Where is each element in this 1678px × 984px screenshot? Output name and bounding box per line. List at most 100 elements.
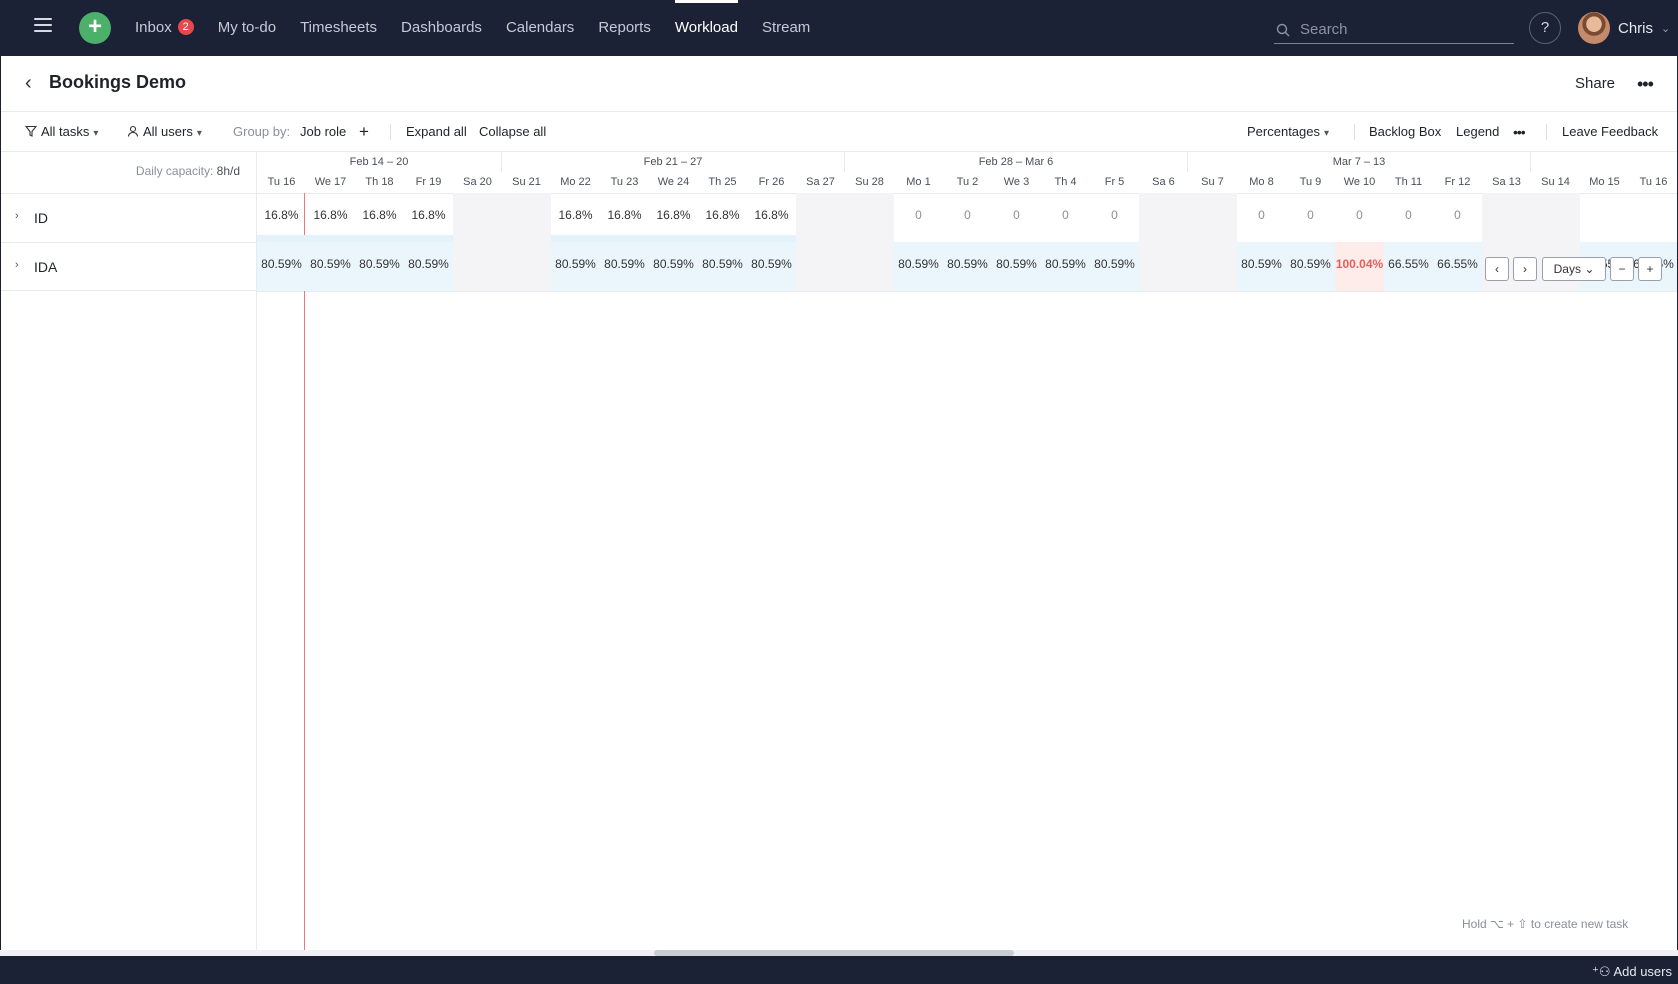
workload-cell[interactable]: 16.8% [649,193,698,242]
workload-cell[interactable]: 80.59% [355,242,404,291]
workload-cell[interactable]: 0 [992,193,1041,242]
workload-cell[interactable]: 16.8% [306,193,355,242]
percentages-dropdown[interactable]: Percentages ▾ [1247,112,1329,152]
workload-cell[interactable] [1188,242,1237,291]
nav-my-todo[interactable]: My to-do [218,0,276,56]
day-header: Fr 19 [415,176,442,188]
expand-icon[interactable]: › [15,259,19,271]
workload-cell[interactable]: 80.59% [894,242,943,291]
row-ida[interactable]: › IDA [1,242,257,291]
workload-cell[interactable]: 0 [1237,193,1286,242]
all-users-filter[interactable]: All users ▾ [127,112,202,152]
workload-cell[interactable]: 0 [1090,193,1139,242]
workload-cell[interactable]: 16.8% [698,193,747,242]
create-button[interactable]: + [79,12,111,44]
backlog-box-button[interactable]: Backlog Box [1369,112,1441,152]
workload-cell[interactable]: 66.55% [1384,242,1433,291]
avatar [1578,12,1610,44]
workload-cell[interactable]: 0 [1041,193,1090,242]
more-options-icon[interactable]: ••• [1637,74,1654,95]
workload-cell[interactable] [1482,193,1531,242]
timeline[interactable]: Feb 14 – 20 Feb 21 – 27 Feb 28 – Mar 6 Mar … [257,152,1677,955]
daily-capacity: Daily capacity: 8h/d [136,164,240,178]
workload-cell[interactable] [502,242,551,291]
scrollbar-thumb[interactable] [654,950,1014,956]
workload-cell[interactable]: 80.59% [404,242,453,291]
workload-cell[interactable]: 16.8% [257,193,306,242]
toolbar-more-icon[interactable]: ••• [1513,112,1526,152]
workload-cell[interactable]: 0 [1384,193,1433,242]
user-menu[interactable]: Chris ⌄ [1578,12,1670,44]
workload-cell[interactable]: 80.59% [992,242,1041,291]
workload-cell[interactable] [1139,242,1188,291]
workload-cell[interactable]: 80.59% [600,242,649,291]
nav-timesheets[interactable]: Timesheets [300,0,377,56]
nav-stream[interactable]: Stream [762,0,810,56]
nav-calendars[interactable]: Calendars [506,0,574,56]
workload-cell[interactable] [796,193,845,242]
workload-cell[interactable]: 80.59% [1041,242,1090,291]
share-button[interactable]: Share [1575,75,1615,92]
workload-cell[interactable]: 80.59% [1286,242,1335,291]
expand-icon[interactable]: › [15,210,19,222]
nav-inbox[interactable]: Inbox 2 [135,0,194,56]
workload-cell[interactable]: 16.8% [600,193,649,242]
workload-cell[interactable]: 80.59% [649,242,698,291]
workload-cell[interactable]: 16.8% [747,193,796,242]
workload-cell[interactable] [845,193,894,242]
add-users-button[interactable]: ⁺⚇ Add users [1592,964,1672,980]
nav-dashboards[interactable]: Dashboards [401,0,482,56]
workload-cell[interactable] [1188,193,1237,242]
collapse-all-button[interactable]: Collapse all [479,112,546,152]
workload-cell[interactable]: 0 [1286,193,1335,242]
workload-cell[interactable]: 80.59% [1090,242,1139,291]
zoom-in-button[interactable]: + [1638,257,1662,281]
view-mode-select[interactable]: Days ⌄ [1542,257,1606,281]
cell-value: 0 [1258,208,1265,222]
search-input[interactable] [1300,21,1500,38]
workload-cell[interactable]: 16.8% [355,193,404,242]
workload-cell[interactable]: 80.59% [747,242,796,291]
legend-button[interactable]: Legend [1456,112,1499,152]
workload-cell[interactable]: 80.59% [551,242,600,291]
expand-all-button[interactable]: Expand all [406,112,467,152]
cell-value: 16.8% [362,208,397,222]
zoom-out-button[interactable]: − [1610,257,1634,281]
workload-cell[interactable]: 66.55% [1433,242,1482,291]
workload-cell[interactable] [1531,193,1580,242]
add-grouping-button[interactable]: + [359,112,369,152]
nav-reports[interactable]: Reports [598,0,651,56]
workload-cell[interactable]: 16.8% [551,193,600,242]
workload-cell[interactable] [796,242,845,291]
next-period-button[interactable]: › [1513,257,1537,281]
workload-cell[interactable]: 80.59% [257,242,306,291]
workload-cell[interactable]: 0 [1335,193,1384,242]
workload-cell[interactable] [1139,193,1188,242]
workload-cell[interactable] [453,193,502,242]
workload-cell[interactable]: 0 [894,193,943,242]
workload-cell[interactable] [845,242,894,291]
prev-period-button[interactable]: ‹ [1485,257,1509,281]
workload-cell[interactable]: 16.8% [404,193,453,242]
workload-cell[interactable]: 0 [1433,193,1482,242]
workload-cell[interactable]: 100.04% [1335,242,1384,291]
workload-cell[interactable] [502,193,551,242]
group-by-select[interactable]: Job role [300,112,346,152]
workload-cell[interactable] [1580,193,1629,242]
nav-workload[interactable]: Workload [674,0,739,56]
workload-cell[interactable]: 80.59% [1237,242,1286,291]
back-icon[interactable]: ‹ [25,73,45,93]
cell-value: 0 [1062,208,1069,222]
workload-cell[interactable] [453,242,502,291]
all-tasks-filter[interactable]: All tasks ▾ [24,112,98,152]
row-id[interactable]: › ID [1,193,257,242]
workload-cell[interactable]: 80.59% [306,242,355,291]
workload-cell[interactable] [1629,193,1677,242]
menu-icon[interactable] [34,18,52,32]
create-task-hint: Hold ⌥ + ⇧ to create new task [1462,917,1629,931]
workload-cell[interactable]: 80.59% [698,242,747,291]
workload-cell[interactable]: 0 [943,193,992,242]
help-button[interactable]: ? [1529,12,1561,44]
workload-cell[interactable]: 80.59% [943,242,992,291]
leave-feedback-button[interactable]: Leave Feedback [1562,112,1658,152]
